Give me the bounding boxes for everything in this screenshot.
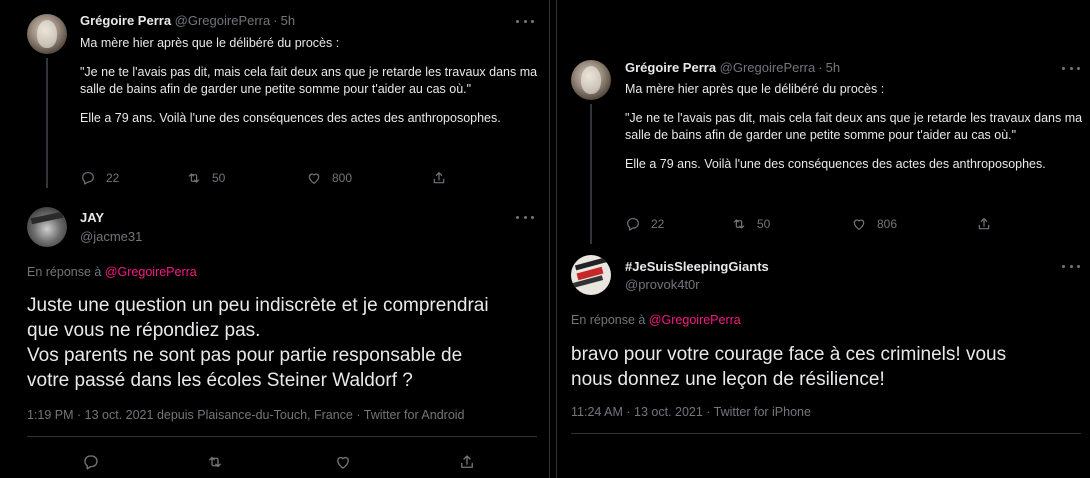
reply-icon (627, 218, 639, 231)
tweet-actions: 22 50 806 (625, 216, 992, 232)
sleepinggiants-avatar[interactable] (571, 255, 611, 295)
like-icon (308, 173, 320, 184)
replying-to: En réponse à @GregoirePerra (571, 313, 741, 327)
reply-text: Juste une question un peu indiscrète et … (27, 293, 547, 393)
tweet-paragraph: "Je ne te l'avais pas dit, mais cela fai… (625, 111, 1083, 142)
author-name[interactable]: JAY (80, 210, 104, 225)
like-count: 806 (877, 217, 898, 231)
author-handle[interactable]: @GregoirePerra (720, 60, 816, 75)
reply-header: JAY (80, 210, 104, 225)
jay-avatar[interactable] (27, 207, 67, 247)
reply-count: 22 (651, 217, 665, 231)
author-handle[interactable]: @jacme31 (80, 229, 142, 244)
reply-meta: 11:24 AM · 13 oct. 2021 · Twitter for iP… (571, 405, 811, 419)
retweet-icon (733, 219, 745, 229)
share-icon (433, 172, 445, 184)
gregoire-avatar[interactable] (571, 60, 611, 100)
tweet-time[interactable]: 5h (826, 60, 840, 75)
thread-line (590, 104, 592, 244)
author-name[interactable]: #JeSuisSleepingGiants (625, 259, 769, 274)
retweet-button[interactable]: 50 (731, 216, 851, 232)
more-icon[interactable] (516, 19, 534, 23)
gregoire-avatar[interactable] (27, 14, 67, 54)
reply-actions (82, 453, 476, 471)
author-handle[interactable]: @GregoirePerra (175, 13, 271, 28)
share-button[interactable] (431, 170, 447, 186)
retweet-count: 50 (212, 171, 226, 185)
mention-link[interactable]: @GregoirePerra (105, 265, 197, 279)
like-button[interactable]: 800 (306, 170, 431, 186)
reply-icon (84, 455, 98, 470)
left-tweet-panel: Grégoire Perra @GregoirePerra · 5h Ma mère… (0, 0, 550, 478)
reply-text-line: que vous ne répondiez pas. (27, 320, 261, 341)
tweet-text: Ma mère hier après que le délibéré du pr… (625, 81, 1085, 173)
tweet-header: Grégoire Perra @GregoirePerra · 5h (625, 60, 840, 75)
tweet-paragraph: Ma mère hier après que le délibéré du pr… (625, 82, 885, 96)
author-name[interactable]: Grégoire Perra (625, 60, 716, 75)
tweet-paragraph: Ma mère hier après que le délibéré du pr… (80, 36, 340, 50)
retweet-button[interactable] (206, 453, 334, 471)
mention-link[interactable]: @GregoirePerra (649, 313, 741, 327)
retweet-button[interactable]: 50 (186, 170, 306, 186)
divider (27, 436, 537, 437)
tweet-paragraph: Elle a 79 ans. Voilà l'une des conséquen… (625, 157, 1046, 171)
reply-text-line: nous donnez une leçon de résilience! (571, 369, 885, 390)
like-button[interactable]: 806 (851, 216, 976, 232)
tweet-text: Ma mère hier après que le délibéré du pr… (80, 35, 540, 127)
author-handle[interactable]: @provok4t0r (625, 277, 700, 292)
right-tweet-panel: Grégoire Perra @GregoirePerra · 5h Ma mère… (556, 0, 1090, 478)
retweet-count: 50 (757, 217, 771, 231)
more-icon[interactable] (1062, 66, 1080, 70)
tweet-actions: 22 50 800 (80, 170, 447, 186)
share-button[interactable] (458, 453, 476, 471)
reply-button[interactable]: 22 (625, 216, 731, 232)
divider (571, 433, 1081, 434)
like-count: 800 (332, 171, 353, 185)
tweet-header: Grégoire Perra @GregoirePerra · 5h (80, 13, 295, 28)
like-icon (337, 456, 349, 469)
tweet-paragraph: Elle a 79 ans. Voilà l'une des conséquen… (80, 111, 501, 125)
reply-count: 22 (106, 171, 120, 185)
separator-dot: · (818, 60, 823, 75)
reply-text-line: bravo pour votre courage face à ces crim… (571, 344, 1007, 365)
reply-prefix: En réponse à (571, 313, 646, 327)
more-icon[interactable] (1062, 264, 1080, 268)
reply-icon (82, 172, 94, 185)
reply-button[interactable]: 22 (80, 170, 186, 186)
replying-to: En réponse à @GregoirePerra (27, 265, 197, 279)
reply-text-line: Juste une question un peu indiscrète et … (27, 295, 489, 316)
share-icon (978, 218, 990, 230)
thread-line (46, 58, 48, 188)
more-icon[interactable] (516, 215, 534, 219)
reply-text-line: Vos parents ne sont pas pour partie resp… (27, 345, 463, 366)
tweet-paragraph: "Je ne te l'avais pas dit, mais cela fai… (80, 65, 538, 96)
share-icon (461, 455, 473, 468)
reply-text-line: votre passé dans les écoles Steiner Wald… (27, 370, 413, 391)
retweet-icon (188, 173, 200, 183)
reply-button[interactable] (82, 453, 206, 471)
author-name[interactable]: Grégoire Perra (80, 13, 171, 28)
share-button[interactable] (976, 216, 992, 232)
like-button[interactable] (334, 453, 458, 471)
reply-meta: 1:19 PM · 13 oct. 2021 depuis Plaisance-… (27, 408, 465, 422)
like-icon (853, 219, 865, 230)
reply-text: bravo pour votre courage face à ces crim… (571, 342, 1086, 392)
reply-prefix: En réponse à (27, 265, 102, 279)
reply-header: #JeSuisSleepingGiants (625, 259, 769, 274)
retweet-icon (209, 456, 221, 468)
separator-dot: · (273, 13, 278, 28)
tweet-time[interactable]: 5h (281, 13, 295, 28)
